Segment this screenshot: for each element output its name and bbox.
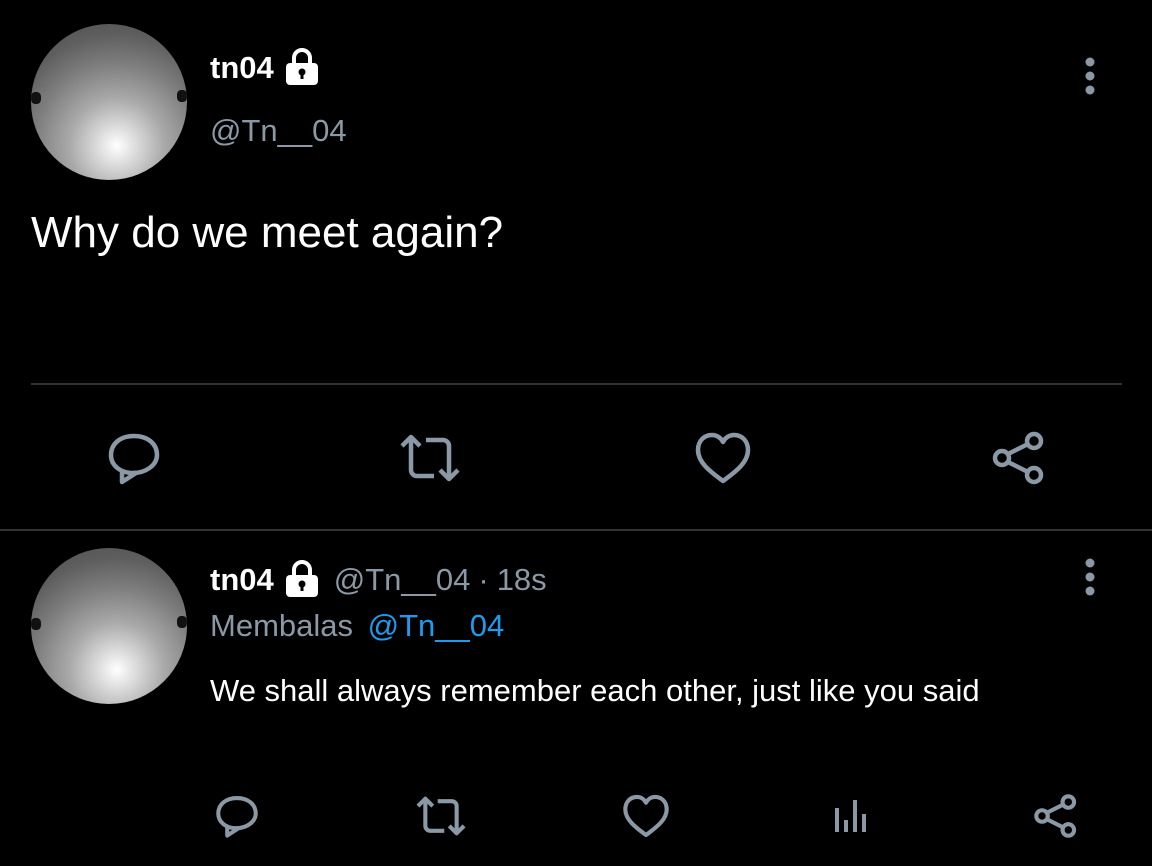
- analytics-icon[interactable]: [826, 792, 874, 840]
- replying-label: Membalas: [210, 608, 353, 643]
- like-icon[interactable]: [620, 792, 672, 840]
- handle[interactable]: @Tn__04: [210, 113, 347, 149]
- more-vertical-icon[interactable]: [1070, 553, 1110, 601]
- reply-icon[interactable]: [212, 792, 262, 840]
- section-divider: [0, 529, 1152, 531]
- timestamp: 18s: [496, 562, 547, 597]
- avatar[interactable]: [31, 548, 187, 704]
- display-name[interactable]: tn04: [210, 562, 274, 598]
- divider: [31, 383, 1122, 385]
- tweet-text: We shall always remember each other, jus…: [210, 673, 980, 708]
- lock-icon: [282, 46, 322, 91]
- like-icon[interactable]: [692, 428, 754, 488]
- avatar[interactable]: [31, 24, 187, 180]
- separator: ·: [478, 562, 489, 597]
- more-vertical-icon[interactable]: [1070, 52, 1110, 100]
- mention-link[interactable]: @Tn__04: [368, 608, 505, 643]
- display-name[interactable]: tn04: [210, 50, 274, 86]
- retweet-icon[interactable]: [413, 792, 469, 840]
- share-icon[interactable]: [988, 428, 1050, 488]
- reply-icon[interactable]: [103, 428, 165, 488]
- handle[interactable]: @Tn__04: [334, 562, 471, 598]
- lock-icon: [282, 558, 322, 603]
- tweet-text: Why do we meet again?: [31, 208, 504, 257]
- share-icon[interactable]: [1030, 792, 1082, 840]
- retweet-icon[interactable]: [395, 428, 465, 488]
